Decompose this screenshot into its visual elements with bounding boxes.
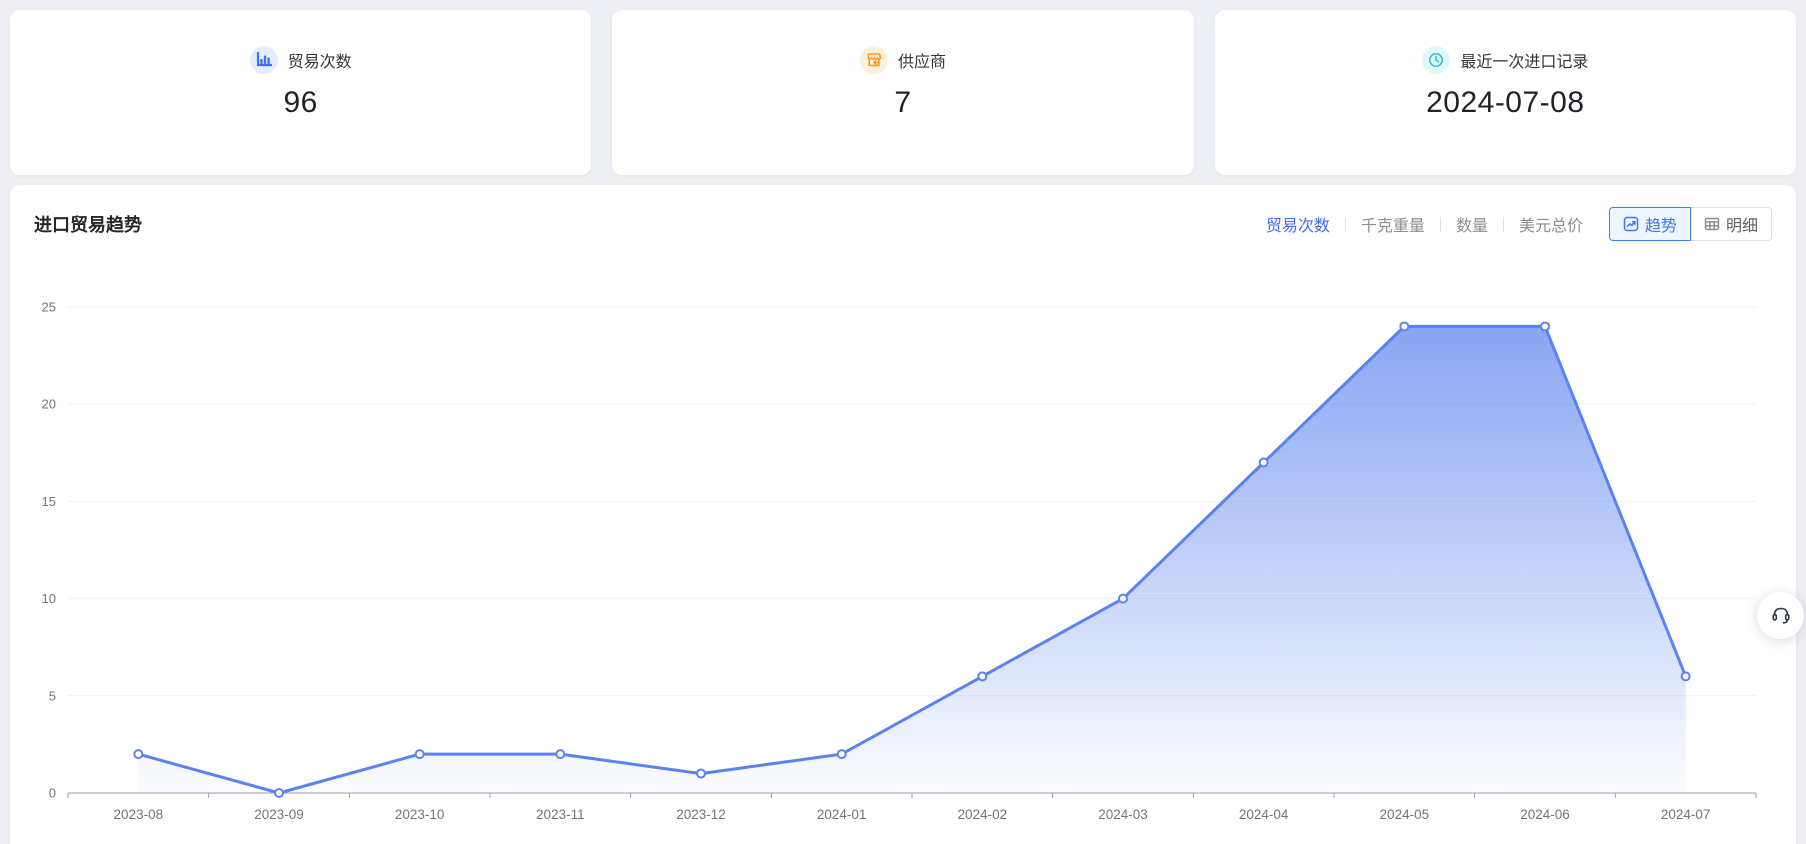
- bar-chart-icon: [250, 46, 278, 74]
- svg-text:5: 5: [49, 688, 56, 703]
- svg-text:2024-05: 2024-05: [1380, 807, 1430, 822]
- svg-text:2024-04: 2024-04: [1239, 807, 1289, 822]
- headset-icon: [1770, 605, 1792, 627]
- svg-text:2024-07: 2024-07: [1661, 807, 1711, 822]
- stat-label: 贸易次数: [288, 48, 352, 72]
- svg-text:2024-06: 2024-06: [1520, 807, 1570, 822]
- stat-card-latest-import: 最近一次进口记录 2024-07-08: [1215, 10, 1796, 175]
- svg-text:2024-02: 2024-02: [958, 807, 1008, 822]
- stat-label: 供应商: [898, 48, 946, 72]
- store-icon: [860, 46, 888, 74]
- stat-card-header: 贸易次数: [250, 46, 352, 74]
- stat-value: 7: [894, 86, 911, 120]
- detail-view-button[interactable]: 明细: [1690, 207, 1772, 241]
- trend-button-label: 趋势: [1645, 212, 1677, 236]
- svg-text:0: 0: [49, 786, 56, 801]
- tab-trade-count[interactable]: 贸易次数: [1266, 212, 1330, 236]
- tab-divider: [1440, 217, 1441, 232]
- panel-header: 进口贸易趋势 贸易次数 千克重量 数量 美元总价: [34, 199, 1772, 249]
- svg-text:2023-10: 2023-10: [395, 807, 445, 822]
- view-toggle: 趋势 明细: [1609, 207, 1772, 241]
- table-icon: [1704, 216, 1720, 232]
- tab-divider: [1345, 217, 1346, 232]
- stat-card-header: 供应商: [860, 46, 946, 74]
- panel-title: 进口贸易趋势: [34, 211, 142, 237]
- import-trend-panel: 进口贸易趋势 贸易次数 千克重量 数量 美元总价: [10, 185, 1796, 844]
- stat-card-header: 最近一次进口记录: [1422, 46, 1588, 74]
- svg-text:2023-09: 2023-09: [254, 807, 304, 822]
- stat-card-suppliers: 供应商 7: [612, 10, 1193, 175]
- trend-chart-icon: [1623, 216, 1639, 232]
- metric-tabs: 贸易次数 千克重量 数量 美元总价: [1266, 212, 1583, 236]
- detail-button-label: 明细: [1726, 212, 1758, 236]
- trend-area-chart: 0 5 10 15 20 25 2023-08 2023-09 2023-10 2023-11 20…: [34, 249, 1772, 844]
- support-button[interactable]: [1757, 592, 1804, 639]
- svg-text:2023-08: 2023-08: [114, 807, 164, 822]
- stat-label: 最近一次进口记录: [1460, 48, 1588, 72]
- svg-text:2023-11: 2023-11: [536, 807, 585, 822]
- stat-cards-row: 贸易次数 96 供应商 7: [10, 10, 1796, 175]
- header-controls: 贸易次数 千克重量 数量 美元总价: [1266, 207, 1772, 241]
- trend-view-button[interactable]: 趋势: [1609, 207, 1691, 241]
- tab-usd-total[interactable]: 美元总价: [1519, 212, 1583, 236]
- svg-text:25: 25: [42, 300, 56, 315]
- svg-text:2023-12: 2023-12: [676, 807, 726, 822]
- svg-text:2024-01: 2024-01: [817, 807, 867, 822]
- stat-value: 96: [283, 86, 317, 120]
- svg-text:20: 20: [42, 397, 56, 412]
- stat-value: 2024-07-08: [1426, 86, 1584, 120]
- svg-text:10: 10: [42, 591, 56, 606]
- svg-text:2024-03: 2024-03: [1098, 807, 1148, 822]
- stat-card-trade-count: 贸易次数 96: [10, 10, 591, 175]
- clock-icon: [1422, 46, 1450, 74]
- tab-divider: [1503, 217, 1504, 232]
- page: 贸易次数 96 供应商 7: [0, 0, 1806, 844]
- tab-kg-weight[interactable]: 千克重量: [1361, 212, 1425, 236]
- svg-text:15: 15: [42, 494, 56, 509]
- tab-quantity[interactable]: 数量: [1456, 212, 1488, 236]
